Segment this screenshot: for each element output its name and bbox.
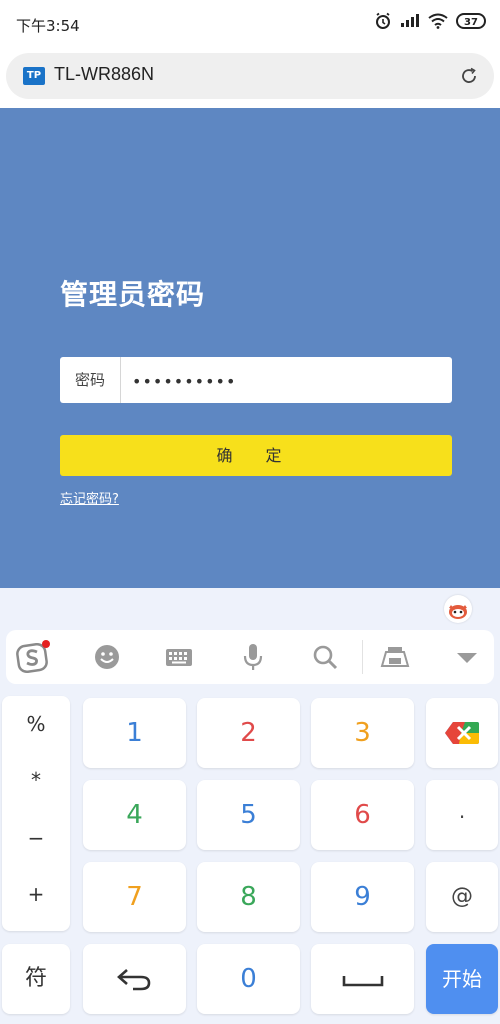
return-key[interactable] [83,944,186,1014]
reload-icon[interactable] [458,65,480,87]
symbol-key-asterisk[interactable]: * [2,768,70,792]
confirm-button[interactable]: 确 定 [60,435,452,476]
toolbar-divider [362,640,363,674]
space-key[interactable] [311,944,414,1014]
emoji-icon[interactable] [90,640,124,674]
symbol-key-plus[interactable]: + [2,882,70,906]
password-label: 密码 [60,357,121,403]
key-0[interactable]: 0 [197,944,300,1014]
symbol-column: % * − + [2,696,70,931]
key-2[interactable]: 2 [197,698,300,768]
keyboard-mascot-icon[interactable] [444,595,472,623]
space-bar-icon [342,974,384,988]
password-input[interactable] [130,364,434,398]
backspace-icon [443,720,481,746]
start-button[interactable]: 开始 [426,944,498,1014]
at-key[interactable]: @ [426,862,498,932]
key-7[interactable]: 7 [83,862,186,932]
dot-key[interactable]: . [426,780,498,850]
wifi-icon [428,13,448,29]
page-title: 管理员密码 [60,273,205,313]
return-arrow-icon [115,964,155,994]
status-time: 下午3:54 [16,15,80,36]
password-field-container: 密码 [60,357,452,403]
forgot-password-link[interactable]: 忘记密码? [60,488,119,507]
key-8[interactable]: 8 [197,862,300,932]
key-5[interactable]: 5 [197,780,300,850]
status-bar: 下午3:54 37 [0,0,500,48]
collapse-keyboard-icon[interactable] [450,640,484,674]
symbols-key[interactable]: 符 [2,944,70,1014]
key-1[interactable]: 1 [83,698,186,768]
status-icons: 37 [374,12,486,30]
key-4[interactable]: 4 [83,780,186,850]
symbol-key-percent[interactable]: % [2,712,70,736]
skin-store-icon[interactable] [378,640,412,674]
url-bar[interactable]: TP TL-WR886N [6,53,494,99]
signal-icon [400,14,420,28]
site-logo-icon: TP [23,67,45,85]
sogou-logo-icon[interactable] [16,640,50,674]
key-9[interactable]: 9 [311,862,414,932]
keyboard: % * − + 1 2 3 4 5 6 7 8 9 . @ 符 0 开始 [0,588,500,1024]
search-icon[interactable] [308,640,342,674]
alarm-icon [374,12,392,30]
key-6[interactable]: 6 [311,780,414,850]
url-text[interactable]: TL-WR886N [54,64,154,85]
symbol-key-minus[interactable]: − [2,826,70,850]
login-panel: 管理员密码 密码 确 定 忘记密码? [0,108,500,588]
keyboard-switch-icon[interactable] [162,640,196,674]
microphone-icon[interactable] [236,640,270,674]
keyboard-toolbar [6,630,494,684]
backspace-key[interactable] [426,698,498,768]
battery-indicator: 37 [456,13,486,29]
key-3[interactable]: 3 [311,698,414,768]
